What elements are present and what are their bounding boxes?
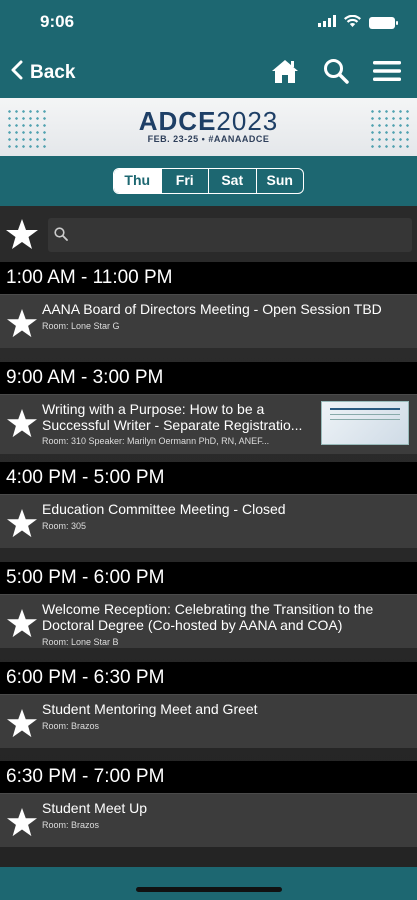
time-header: 6:00 PM - 6:30 PM	[0, 662, 417, 694]
favorite-star-icon[interactable]	[6, 608, 38, 643]
search-icon[interactable]	[323, 58, 349, 89]
session-room: Room: 305	[42, 521, 87, 531]
session-title: AANA Board of Directors Meeting - Open S…	[42, 301, 382, 317]
session-room: Room: Brazos	[42, 820, 100, 830]
nav-bar: Back	[0, 46, 417, 98]
session-row[interactable]: Education Committee Meeting - Closed Roo…	[0, 494, 417, 548]
session-title: Writing with a Purpose: How to be a Succ…	[42, 401, 303, 433]
session-room: Room: Lone Star B	[42, 637, 119, 647]
home-icon[interactable]	[271, 58, 299, 89]
event-banner: ADCE2023 FEB. 23-25 • #AANAADCE	[0, 98, 417, 156]
favorite-star-icon[interactable]	[6, 508, 38, 543]
menu-icon[interactable]	[373, 60, 401, 87]
session-room: Room: 310 Speaker: Marilyn Oermann PhD, …	[42, 436, 270, 446]
session-title: Welcome Reception: Celebrating the Trans…	[42, 601, 374, 633]
favorite-star-icon[interactable]	[6, 708, 38, 743]
favorites-filter-star-icon[interactable]	[5, 218, 39, 255]
status-bar: 9:06	[0, 0, 417, 46]
tab-sat[interactable]: Sat	[208, 169, 256, 193]
day-segmented-control: Thu Fri Sat Sun	[113, 168, 304, 194]
back-label: Back	[30, 62, 76, 83]
time-header: 1:00 AM - 11:00 PM	[0, 262, 417, 294]
search-row	[0, 206, 417, 262]
nav-actions	[271, 58, 401, 89]
time-header: 4:00 PM - 5:00 PM	[0, 462, 417, 494]
tab-fri[interactable]: Fri	[160, 169, 209, 193]
banner-title: ADCE2023	[138, 106, 279, 136]
back-button[interactable]: Back	[10, 60, 75, 86]
tab-thu[interactable]: Thu	[114, 169, 161, 193]
time-header: 9:00 AM - 3:00 PM	[0, 362, 417, 394]
chevron-left-icon	[10, 60, 24, 86]
favorite-star-icon[interactable]	[6, 807, 38, 842]
favorite-star-icon[interactable]	[6, 408, 38, 443]
session-room: Room: Lone Star G	[42, 321, 120, 331]
day-selector-bar: Thu Fri Sat Sun	[0, 156, 417, 206]
session-row[interactable]: AANA Board of Directors Meeting - Open S…	[0, 294, 417, 348]
session-row[interactable]: Writing with a Purpose: How to be a Succ…	[0, 394, 417, 454]
banner-subtitle: FEB. 23-25 • #AANAADCE	[147, 134, 270, 144]
search-input[interactable]	[48, 218, 412, 252]
session-title: Education Committee Meeting - Closed	[42, 501, 286, 517]
time-header: 6:30 PM - 7:00 PM	[0, 761, 417, 793]
tab-sun[interactable]: Sun	[255, 169, 304, 193]
status-icons	[318, 14, 398, 32]
home-indicator[interactable]	[136, 887, 282, 892]
favorite-star-icon[interactable]	[6, 308, 38, 343]
battery-icon	[369, 17, 398, 29]
session-title: Student Mentoring Meet and Greet	[42, 701, 258, 717]
session-thumbnail[interactable]	[321, 401, 409, 445]
bottom-bar	[0, 867, 417, 900]
session-room: Room: Brazos	[42, 721, 100, 731]
schedule-list: 1:00 AM - 11:00 PM AANA Board of Directo…	[0, 262, 417, 867]
session-row[interactable]: Welcome Reception: Celebrating the Trans…	[0, 594, 417, 648]
signal-icon	[318, 14, 336, 32]
wifi-icon	[344, 14, 361, 32]
search-field-icon	[54, 227, 68, 246]
session-row[interactable]: Student Meet Up Room: Brazos	[0, 793, 417, 847]
status-time: 9:06	[40, 12, 75, 31]
session-row[interactable]: Student Mentoring Meet and Greet Room: B…	[0, 694, 417, 748]
time-header: 5:00 PM - 6:00 PM	[0, 562, 417, 594]
session-title: Student Meet Up	[42, 800, 148, 816]
